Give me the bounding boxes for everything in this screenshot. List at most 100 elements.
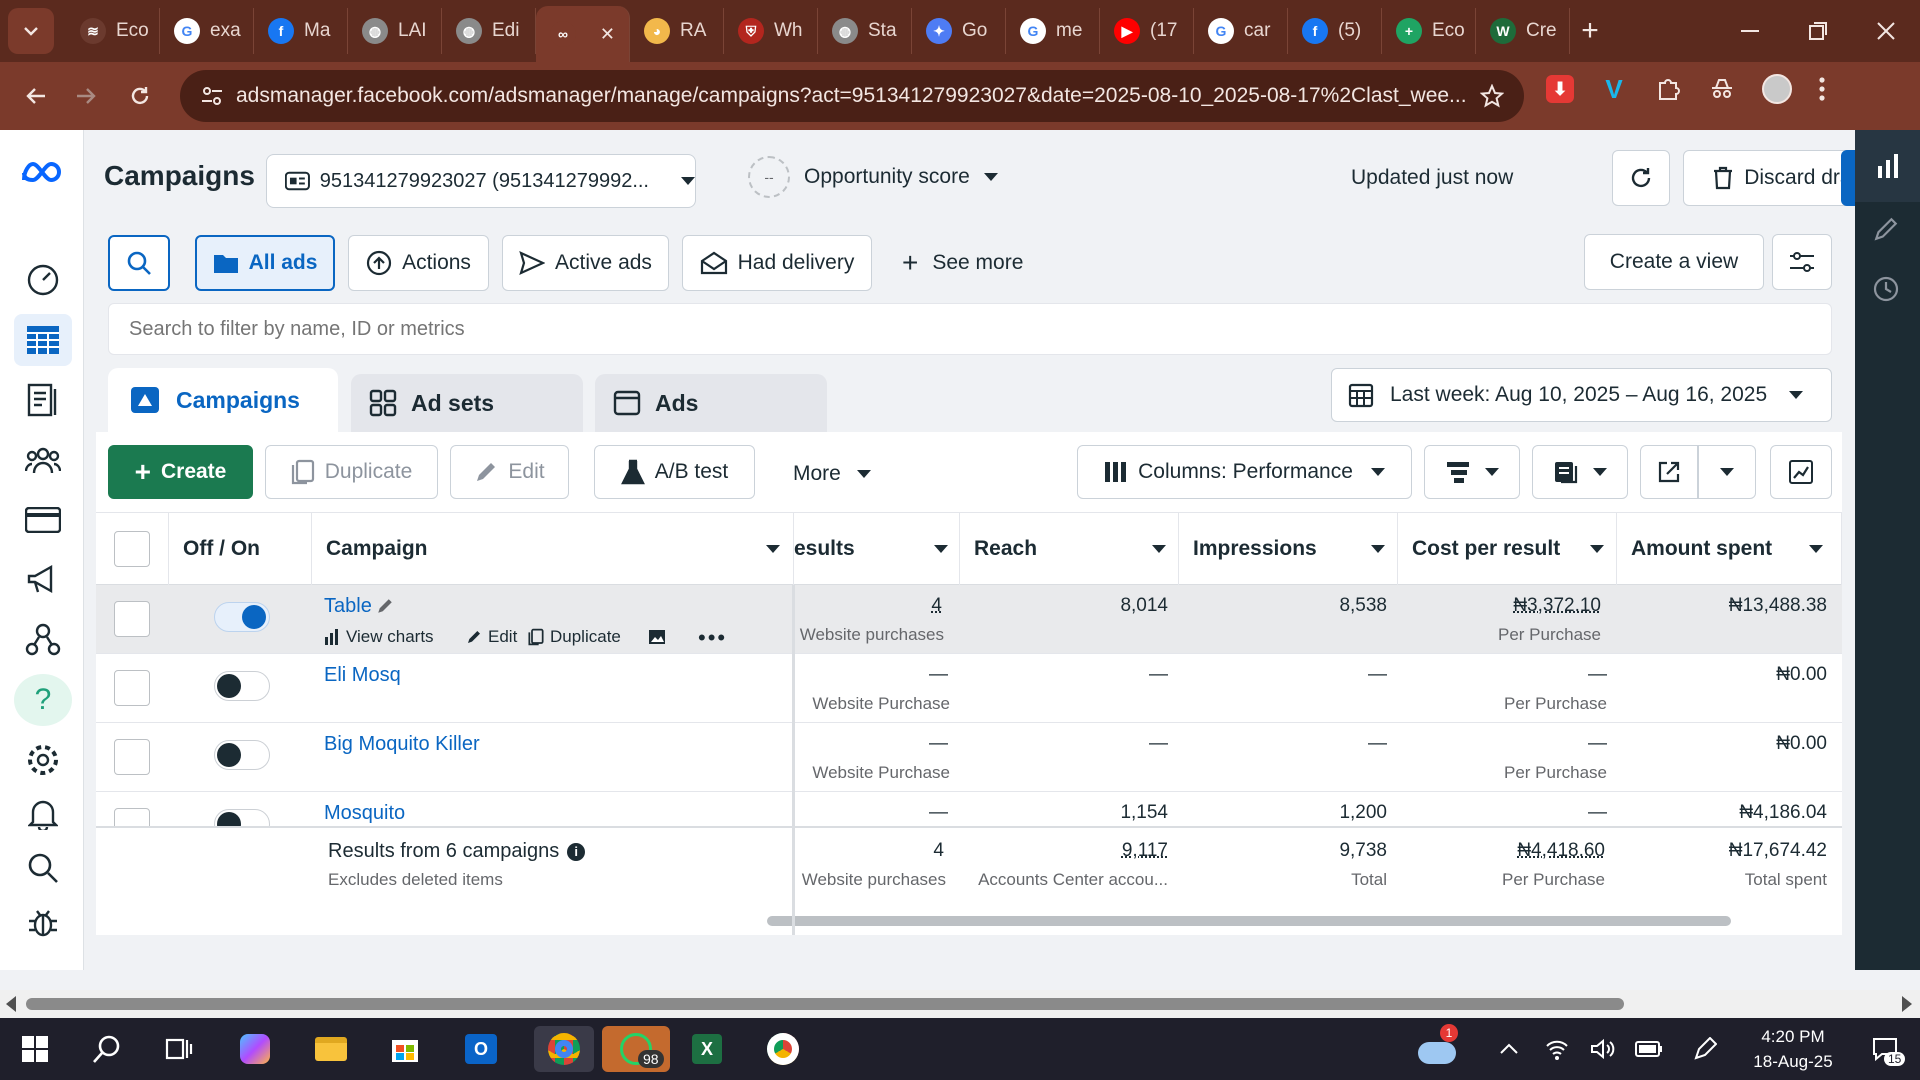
table-row[interactable]: Mosquito — 1,154 1,200 — ₦4,186.04 [96, 792, 1842, 828]
start-button[interactable] [12, 1026, 58, 1072]
create-view-button[interactable]: Create a view [1584, 234, 1764, 290]
volume-status[interactable] [1580, 1026, 1626, 1072]
select-all-checkbox[interactable] [114, 531, 150, 567]
cost-per-result-value[interactable]: ₦3,372.10 [1398, 595, 1601, 617]
excel-app[interactable]: X [684, 1026, 730, 1072]
reports-button[interactable] [1532, 445, 1628, 499]
pencil-icon[interactable] [376, 597, 394, 615]
row-checkbox[interactable] [114, 670, 150, 706]
battery-status[interactable] [1626, 1026, 1672, 1072]
column-impressions[interactable]: Impressions [1179, 513, 1398, 585]
browser-tab[interactable]: ▶ (17 [1100, 8, 1194, 54]
breakdown-button[interactable] [1424, 445, 1520, 499]
campaign-toggle-off[interactable] [214, 740, 270, 770]
date-range-picker[interactable]: Last week: Aug 10, 2025 – Aug 16, 2025 [1331, 368, 1832, 422]
campaign-toggle-off[interactable] [214, 671, 270, 701]
history-panel-button[interactable] [1873, 276, 1899, 302]
show-hidden-icons[interactable] [1486, 1026, 1532, 1072]
download-extension-icon[interactable]: ⬇ [1546, 75, 1574, 103]
browser-tab[interactable]: ◕ RA [630, 8, 724, 54]
results-value[interactable]: 4 [794, 595, 942, 617]
publish-button-edge[interactable] [1841, 150, 1855, 206]
view-charts-action[interactable]: View charts [324, 627, 434, 647]
edit-button[interactable]: Edit [450, 445, 569, 499]
browser-tab[interactable]: ≋ Eco [66, 8, 160, 54]
outlook-app[interactable]: O [458, 1026, 504, 1072]
nav-search[interactable] [14, 842, 72, 894]
refresh-button[interactable] [1612, 150, 1670, 206]
filter-all-ads[interactable]: All ads [195, 235, 335, 291]
notification-center[interactable]: 15 [1862, 1026, 1908, 1072]
table-row[interactable]: Eli Mosq — Website Purchase — — — Per Pu… [96, 654, 1842, 723]
new-tab-button[interactable]: + [1570, 11, 1610, 51]
info-icon[interactable]: i [567, 842, 586, 861]
browser-menu-icon[interactable] [1818, 76, 1826, 102]
campaign-name-link[interactable]: Eli Mosq [324, 664, 401, 687]
chrome-profile-app[interactable] [760, 1026, 806, 1072]
nav-audiences[interactable] [14, 434, 72, 486]
campaign-toggle-off[interactable] [214, 809, 270, 826]
export-button[interactable] [1640, 445, 1698, 499]
taskbar-clock[interactable]: 4:20 PM 18-Aug-25 [1738, 1024, 1848, 1074]
browser-tab[interactable]: + Eco [1382, 8, 1476, 54]
incognito-icon[interactable] [1708, 75, 1736, 103]
scrollbar-thumb[interactable] [26, 998, 1624, 1010]
browser-tab[interactable]: f Ma [254, 8, 348, 54]
column-campaign[interactable]: Campaign [312, 513, 794, 585]
opportunity-score[interactable]: -- Opportunity score [748, 156, 998, 198]
see-more-filters[interactable]: + See more [902, 247, 1023, 279]
nav-billing[interactable] [14, 494, 72, 546]
search-button[interactable] [108, 235, 170, 291]
columns-selector[interactable]: Columns: Performance [1077, 445, 1412, 499]
bookmark-star-icon[interactable] [1480, 84, 1504, 108]
column-off-on[interactable]: Off / On [168, 513, 312, 585]
scroll-right-arrow-icon[interactable] [1902, 996, 1912, 1012]
nav-notifications[interactable] [14, 788, 72, 840]
nav-help[interactable]: ? [14, 674, 72, 726]
file-explorer-app[interactable] [308, 1026, 354, 1072]
nav-pages[interactable] [14, 374, 72, 426]
browser-tab[interactable]: f (5) [1288, 8, 1382, 54]
reload-button[interactable] [118, 74, 162, 118]
column-amount-spent[interactable]: Amount spent [1617, 513, 1842, 585]
more-options-icon[interactable]: ••• [698, 625, 727, 651]
whatsapp-app[interactable]: 98 [602, 1026, 670, 1072]
summary-reach[interactable]: 9,117 [960, 840, 1168, 862]
more-button[interactable]: More [793, 462, 871, 486]
browser-tab[interactable]: ⛨ Wh [724, 8, 818, 54]
column-results[interactable]: esults [794, 513, 960, 585]
browser-tab[interactable]: ◍ LAI [348, 8, 442, 54]
edit-action[interactable]: Edit [466, 627, 517, 647]
browser-tab[interactable]: Gexa [160, 8, 254, 54]
filter-active-ads[interactable]: Active ads [502, 235, 669, 291]
browser-tab[interactable]: ∞ ✕ [536, 6, 630, 62]
browser-tab[interactable]: Gme [1006, 8, 1100, 54]
row-checkbox[interactable] [114, 739, 150, 775]
table-row[interactable]: Table View charts Edit Duplicate ••• 4 W… [96, 585, 1842, 654]
profile-avatar[interactable] [1762, 74, 1792, 104]
column-reach[interactable]: Reach [960, 513, 1179, 585]
task-view-button[interactable] [156, 1026, 202, 1072]
scroll-left-arrow-icon[interactable] [6, 996, 16, 1012]
row-checkbox[interactable] [114, 601, 150, 637]
browser-tab[interactable]: W Cre [1476, 8, 1570, 54]
taskbar-search[interactable] [84, 1026, 130, 1072]
create-button[interactable]: + Create [108, 445, 253, 499]
ab-test-button[interactable]: A/B test [594, 445, 755, 499]
tab-search-button[interactable] [8, 8, 54, 54]
nav-campaigns[interactable] [14, 314, 72, 366]
image-preview-icon[interactable] [648, 629, 666, 645]
search-filter-input[interactable] [108, 303, 1832, 355]
table-horizontal-scrollbar[interactable] [767, 916, 1731, 926]
restore-button[interactable] [1784, 0, 1852, 62]
address-bar[interactable]: adsmanager.facebook.com/adsmanager/manag… [180, 70, 1524, 122]
meta-logo-icon[interactable] [20, 160, 64, 186]
filter-actions[interactable]: Actions [348, 235, 489, 291]
nav-ads-reporting[interactable] [14, 554, 72, 606]
forward-button[interactable] [64, 74, 108, 118]
store-app[interactable] [382, 1026, 428, 1072]
duplicate-button[interactable]: Duplicate [265, 445, 438, 499]
pen-menu[interactable] [1682, 1026, 1728, 1072]
campaign-name-link[interactable]: Mosquito [324, 802, 405, 825]
nav-overview[interactable] [14, 254, 72, 306]
